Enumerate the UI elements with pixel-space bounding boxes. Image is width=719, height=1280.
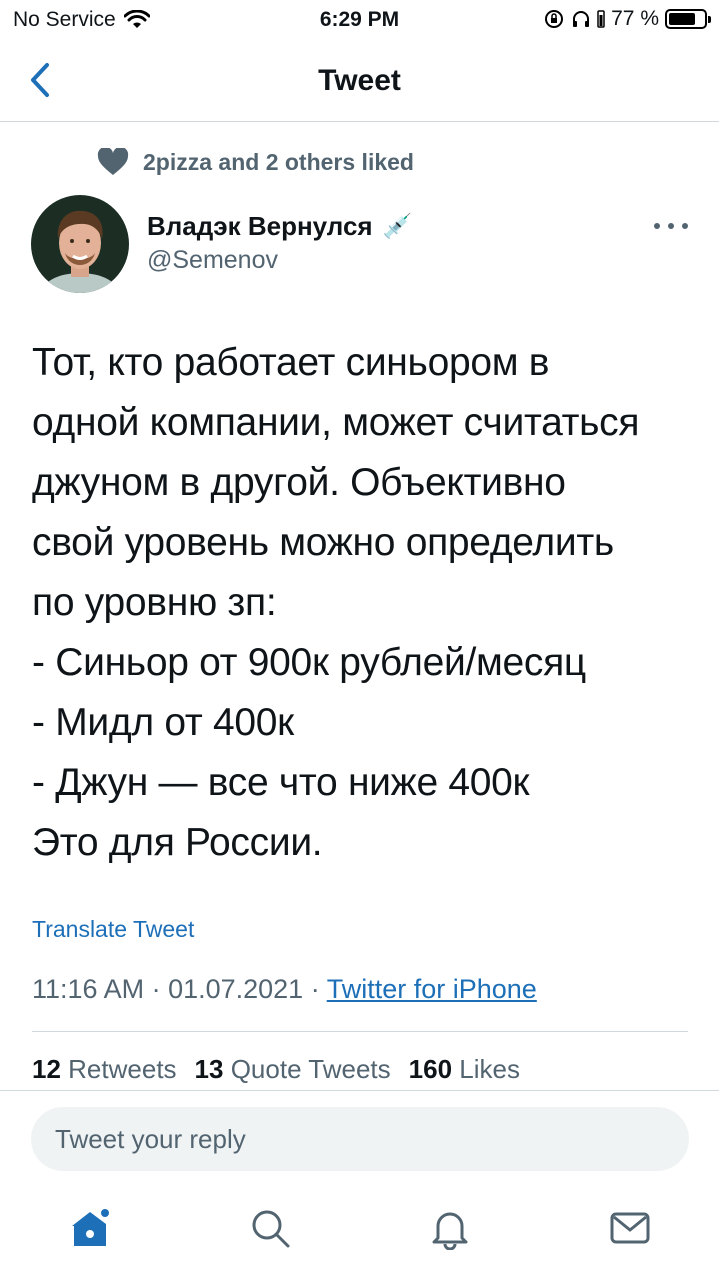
orientation-lock-icon [545,10,564,28]
retweets-stat[interactable]: 12 Retweets [32,1054,177,1085]
tweet-line: - Джун — все что ниже 400к [32,761,530,804]
quote-tweets-stat[interactable]: 13 Quote Tweets [195,1054,391,1085]
divider [32,1031,688,1032]
retweets-count: 12 [32,1054,61,1084]
status-icons: 77 % [543,7,711,31]
avatar[interactable] [31,195,129,293]
author-handle[interactable]: @Semenov [147,246,278,275]
page-title: Tweet [318,64,401,97]
tweet-line: джуном в другой. Объективно [32,461,566,504]
source-link[interactable]: Twitter for iPhone [327,974,537,1004]
battery-percent: 77 % [611,7,659,30]
tweet-line: - Мидл от 400к [32,701,294,744]
navigation-bar: Tweet [0,44,719,122]
battery-icon [665,9,711,29]
home-icon [72,1207,111,1246]
notifications-icon [432,1212,468,1250]
likes-label: Likes [459,1054,520,1084]
tab-notifications[interactable] [428,1206,472,1250]
tweet-line: - Синьор от 900к рублей/месяц [32,641,586,684]
tweet-line: Это для России. [32,821,323,864]
social-context-text: 2pizza and 2 others liked [143,148,414,175]
tweet-stats: 12 Retweets 13 Quote Tweets 160 Likes [32,1054,520,1085]
author-display-name: Владэк Вернулся [147,211,373,241]
headphones-icon [573,11,590,27]
likes-stat[interactable]: 160 Likes [409,1054,520,1085]
messages-icon [610,1212,650,1244]
translate-tweet-link[interactable]: Translate Tweet [32,916,194,943]
quotes-count: 13 [194,1054,224,1084]
battery-fill [669,13,696,25]
retweets-label: Retweets [68,1054,177,1084]
syringe-emoji-icon: 💉 [382,213,413,240]
more-options-button[interactable] [654,214,688,238]
timestamp: 11:16 AM · 01.07.2021 · [32,974,327,1004]
tab-search[interactable] [248,1206,292,1250]
tab-messages[interactable] [608,1206,652,1250]
reply-bar: Tweet your reply [0,1090,719,1190]
tweet-line: одной компании, может считаться [32,401,640,444]
avatar-image [31,195,129,293]
quotes-label: Quote Tweets [230,1054,391,1084]
reply-input[interactable]: Tweet your reply [31,1107,689,1171]
heart-icon [97,148,129,175]
more-dot-icon [654,223,660,229]
headphone-battery-icon [597,10,605,28]
likes-count: 160 [408,1054,453,1084]
more-dot-icon [682,223,688,229]
tab-home[interactable] [68,1206,112,1250]
search-icon [252,1210,290,1248]
tweet-meta: 11:16 AM · 01.07.2021 · Twitter for iPho… [32,974,537,1005]
social-context[interactable]: 2pizza and 2 others liked [97,148,414,176]
tab-bar [0,1190,719,1280]
tweet-line: свой уровень можно определить [32,521,614,564]
tweet-text: Тот, кто работает синьором в одной компа… [32,333,702,873]
tweet-line: по уровню зп: [32,581,277,624]
status-bar: No Service 6:29 PM 77 % [0,0,719,40]
tweet-line: Тот, кто работает синьором в [32,341,550,384]
author-name[interactable]: Владэк Вернулся 💉 [147,211,413,242]
more-dot-icon [668,223,674,229]
